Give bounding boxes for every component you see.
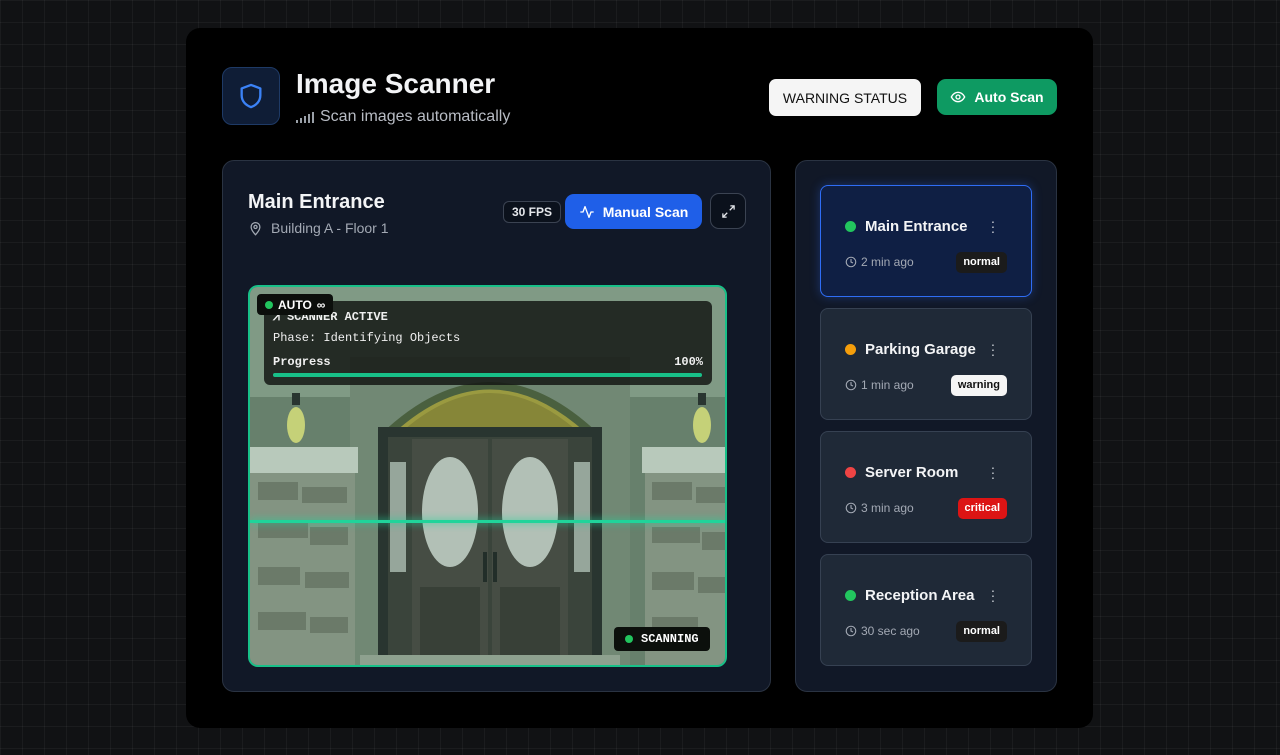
page-subtitle: Scan images automatically: [296, 108, 510, 126]
auto-scan-button[interactable]: Auto Scan: [937, 79, 1057, 115]
camera-name: Main Entrance: [248, 191, 385, 213]
camera-card-time: 1 min ago: [845, 378, 914, 392]
manual-scan-label: Manual Scan: [602, 203, 689, 220]
shield-icon: [240, 83, 262, 109]
subtitle-text: Scan images automatically: [320, 108, 511, 125]
expand-button[interactable]: [710, 193, 746, 229]
page-title: Image Scanner: [296, 68, 496, 99]
camera-card-time: 30 sec ago: [845, 624, 920, 638]
camera-card-name: Parking Garage: [865, 341, 976, 358]
camera-card-time: 3 min ago: [845, 501, 914, 515]
more-vertical-icon[interactable]: · · ·: [989, 337, 997, 361]
map-pin-icon: [250, 221, 261, 236]
more-vertical-icon[interactable]: · · ·: [989, 583, 997, 607]
camera-card-time-text: 2 min ago: [861, 255, 914, 269]
scanner-phase: Phase: Identifying Objects: [273, 331, 461, 345]
status-dot: [845, 467, 856, 478]
infinity-icon: ∞: [316, 297, 326, 312]
shield-logo: [222, 67, 280, 125]
camera-card-name: Server Room: [865, 464, 959, 481]
signal-icon: [296, 111, 314, 123]
status-badge: critical: [957, 498, 1007, 519]
live-dot: [265, 300, 273, 309]
status-badge: normal: [956, 252, 1007, 273]
camera-card-time-text: 30 sec ago: [861, 624, 920, 638]
clock-icon: [845, 502, 857, 514]
manual-scan-button[interactable]: Manual Scan: [565, 194, 702, 229]
progress-bar-fill: [273, 373, 702, 377]
status-dot: [845, 590, 856, 601]
status-badge: warning: [950, 375, 1007, 396]
status-dot: [845, 344, 856, 355]
more-vertical-icon[interactable]: · · ·: [989, 460, 997, 484]
progress-label: Progress: [273, 355, 331, 369]
eye-icon: [950, 91, 966, 103]
scanning-dot: [625, 635, 633, 643]
status-badge: normal: [956, 621, 1007, 642]
camera-card-server-room[interactable]: Server Room · · · 3 min ago critical: [820, 431, 1032, 543]
camera-card-name: Reception Area: [865, 587, 975, 604]
camera-feed[interactable]: ⩘ SCANNER ACTIVE Phase: Identifying Obje…: [248, 285, 727, 667]
camera-card-time-text: 3 min ago: [861, 501, 914, 515]
progress-bar: [273, 373, 702, 377]
progress-percent: 100%: [674, 355, 703, 369]
camera-card-main-entrance[interactable]: Main Entrance · · · 2 min ago normal: [820, 185, 1032, 297]
activity-icon: [580, 205, 594, 218]
camera-card-name: Main Entrance: [865, 218, 968, 235]
scanning-label: SCANNING: [641, 632, 699, 646]
camera-card-parking-garage[interactable]: Parking Garage · · · 1 min ago warning: [820, 308, 1032, 420]
clock-icon: [845, 379, 857, 391]
clock-icon: [845, 625, 857, 637]
scan-line: [250, 520, 725, 523]
camera-card-time: 2 min ago: [845, 255, 914, 269]
auto-scan-label: Auto Scan: [974, 89, 1044, 105]
camera-list-panel: Main Entrance · · · 2 min ago normal Parki…: [795, 160, 1057, 692]
camera-view-panel: Main Entrance Building A - Floor 1 30 FP…: [222, 160, 771, 692]
clock-icon: [845, 256, 857, 268]
camera-location-text: Building A - Floor 1: [271, 220, 389, 236]
camera-location: Building A - Floor 1: [248, 220, 389, 236]
auto-badge: AUTO ∞: [257, 294, 334, 315]
scanning-badge: SCANNING: [614, 627, 710, 651]
fps-badge: 30 FPS: [503, 201, 562, 223]
more-vertical-icon[interactable]: · · ·: [989, 214, 997, 238]
camera-card-time-text: 1 min ago: [861, 378, 914, 392]
camera-card-reception-area[interactable]: Reception Area · · · 30 sec ago normal: [820, 554, 1032, 666]
warning-status-button[interactable]: WARNING STATUS: [769, 79, 921, 116]
status-dot: [845, 221, 856, 232]
auto-badge-label: AUTO: [278, 297, 312, 312]
maximize-icon: [721, 204, 735, 218]
app-window: Image Scanner Scan images automatically …: [186, 28, 1093, 728]
